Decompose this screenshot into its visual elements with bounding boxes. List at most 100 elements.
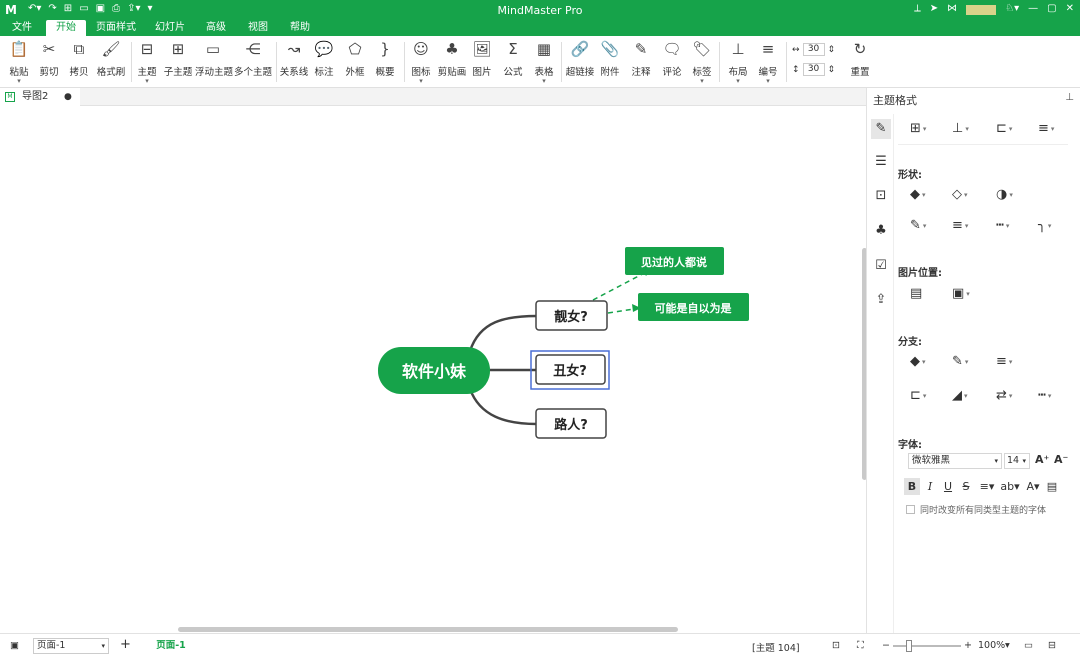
- table-button[interactable]: ▦ 表格 ▾: [532, 39, 556, 85]
- maximize-icon[interactable]: ▢: [1047, 3, 1056, 15]
- branch-fill-icon[interactable]: ◆ ▾: [910, 354, 926, 369]
- numbering-style-icon[interactable]: ≡ ▾: [1038, 121, 1054, 136]
- topic-button[interactable]: ⊟ 主题 ▾: [134, 39, 160, 85]
- align-icon[interactable]: ≡▾: [977, 478, 997, 495]
- structure-icon[interactable]: ⊥ ▾: [952, 121, 969, 136]
- redo-icon[interactable]: ↷: [48, 3, 56, 14]
- tab-slides[interactable]: 幻灯片: [150, 20, 190, 36]
- chevron-down-icon[interactable]: ▾: [1005, 640, 1010, 651]
- zoom-level[interactable]: 100%: [978, 640, 1005, 651]
- zoom-out-icon[interactable]: −: [882, 640, 890, 651]
- horizontal-spacing-control[interactable]: ↔ 30 ⇕: [792, 43, 835, 56]
- image-button[interactable]: 🖼 图片: [470, 39, 494, 78]
- page-tab-active[interactable]: 页面-1: [146, 634, 196, 657]
- customize-icon[interactable]: ▾: [148, 3, 153, 14]
- export-panel-icon[interactable]: ⇪: [871, 290, 891, 310]
- zoom-slider[interactable]: [893, 645, 961, 647]
- formula-button[interactable]: Σ 公式: [501, 39, 525, 78]
- border-dash-icon[interactable]: ┅ ▾: [996, 218, 1009, 233]
- stepper-icon[interactable]: ⇕: [828, 65, 836, 75]
- subtopic-button[interactable]: ⊞ 子主题: [163, 39, 193, 78]
- fullscreen-icon[interactable]: ⛶: [857, 640, 864, 651]
- page-select[interactable]: 页面-1 ▾: [33, 638, 109, 654]
- branch-arrow-icon[interactable]: ⇄ ▾: [996, 388, 1012, 403]
- zoom-slider-handle[interactable]: [906, 640, 912, 652]
- relationship-button[interactable]: ↝ 关系线: [279, 39, 309, 78]
- boundary-button[interactable]: ⬠ 外框: [343, 39, 367, 78]
- tag-button[interactable]: 🏷 标签 ▾: [690, 39, 714, 85]
- italic-icon[interactable]: I: [922, 478, 938, 495]
- zoom-in-icon[interactable]: +: [964, 640, 972, 651]
- image-top-icon[interactable]: ▣ ▾: [952, 286, 970, 301]
- note-button[interactable]: ✎ 注释: [629, 39, 653, 78]
- add-page-icon[interactable]: +: [120, 637, 131, 652]
- connector-style-icon[interactable]: ⊏ ▾: [996, 121, 1012, 136]
- branch-weight-icon[interactable]: ≡ ▾: [996, 354, 1012, 369]
- border-weight-icon[interactable]: ≡ ▾: [952, 218, 968, 233]
- vertical-spacing-input[interactable]: 30: [802, 63, 825, 76]
- fit-page-icon[interactable]: ⊡: [832, 640, 840, 651]
- tab-page-style[interactable]: 页面样式: [94, 20, 138, 36]
- checkbox-icon[interactable]: [906, 505, 915, 514]
- page-panel-icon[interactable]: ▣: [10, 640, 19, 651]
- format-brush-icon[interactable]: ✎: [871, 119, 891, 139]
- cut-button[interactable]: ✂ 剪切: [36, 39, 62, 78]
- font-family-select[interactable]: 微软雅黑 ▾: [908, 453, 1002, 469]
- underline-icon[interactable]: U: [940, 478, 956, 495]
- numbering-button[interactable]: ≡ 编号 ▾: [756, 39, 780, 85]
- tab-help[interactable]: 帮助: [282, 20, 318, 36]
- reset-button[interactable]: ↻ 重置: [848, 39, 872, 78]
- decrease-font-icon[interactable]: A⁻: [1054, 453, 1068, 466]
- paste-button[interactable]: 📋 粘贴 ▾: [6, 39, 32, 85]
- layout-grid-icon[interactable]: ⊞ ▾: [910, 121, 926, 136]
- fill-color-icon[interactable]: ◆ ▾: [910, 187, 926, 202]
- mindmap-canvas[interactable]: 软件小妹 靓女? 丑女? 路人? 见过的人都说 可能是自以为是: [0, 106, 866, 633]
- branch-dash-icon[interactable]: ┅ ▾: [1038, 388, 1051, 403]
- comment-button[interactable]: 🗨 评论: [660, 39, 684, 78]
- user-avatar[interactable]: [966, 5, 997, 15]
- unsaved-dot-icon[interactable]: ●: [64, 88, 72, 106]
- highlight-icon[interactable]: ab▾: [999, 478, 1021, 495]
- horizontal-scrollbar[interactable]: [178, 627, 678, 632]
- clipart-button[interactable]: ♣ 剪贴画: [437, 39, 467, 78]
- border-color-icon[interactable]: ✎ ▾: [910, 218, 926, 233]
- export-icon[interactable]: ⇪▾: [127, 3, 140, 14]
- horizontal-spacing-input[interactable]: 30: [802, 43, 825, 56]
- hyperlink-button[interactable]: 🔗 超链接: [565, 39, 595, 78]
- tab-home[interactable]: 开始: [46, 20, 86, 36]
- multiple-topics-button[interactable]: ⋲ 多个主题: [234, 39, 272, 78]
- skin-icon[interactable]: ♘▾: [1005, 3, 1019, 15]
- increase-font-icon[interactable]: A⁺: [1035, 453, 1049, 466]
- format-painter-button[interactable]: 🖌 格式刷: [95, 39, 127, 78]
- summary-button[interactable]: } 概要: [373, 39, 397, 78]
- document-tab[interactable]: M 导图2 ●: [0, 88, 80, 106]
- image-left-icon[interactable]: ▤: [910, 286, 922, 301]
- collapse-panel-icon[interactable]: ⊟: [1048, 640, 1056, 651]
- corner-style-icon[interactable]: ╮ ▾: [1038, 218, 1051, 233]
- bold-icon[interactable]: B: [904, 478, 920, 495]
- icon-picker-button[interactable]: ☺ 图标 ▾: [409, 39, 433, 85]
- tab-view[interactable]: 视图: [240, 20, 276, 36]
- presentation-icon[interactable]: ▭: [1024, 640, 1033, 651]
- branch-taper-icon[interactable]: ◢ ▾: [952, 388, 968, 403]
- clipart-library-icon[interactable]: ♣: [871, 221, 891, 241]
- shadow-icon[interactable]: ◑ ▾: [996, 187, 1013, 202]
- open-file-icon[interactable]: ▭: [79, 3, 88, 14]
- stepper-icon[interactable]: ⇕: [828, 45, 836, 55]
- same-type-font-checkbox[interactable]: 同时改变所有同类型主题的字体: [906, 503, 1046, 516]
- branch-connector-icon[interactable]: ⊏ ▾: [910, 388, 926, 403]
- new-file-icon[interactable]: ⊞: [64, 3, 72, 14]
- font-color-icon[interactable]: A▾: [1023, 478, 1043, 495]
- undo-icon[interactable]: ↶▾: [28, 3, 41, 14]
- floating-topic-button[interactable]: ▭ 浮动主题: [195, 39, 233, 78]
- social-icon[interactable]: ⋈: [947, 3, 957, 15]
- copy-button[interactable]: ⧉ 拷贝: [66, 39, 92, 78]
- text-more-icon[interactable]: ▤: [1044, 478, 1060, 495]
- minimize-icon[interactable]: —: [1028, 3, 1038, 15]
- outline-icon[interactable]: ☰: [871, 152, 891, 172]
- vertical-spacing-control[interactable]: ↕ 30 ⇕: [792, 63, 835, 76]
- tab-file[interactable]: 文件: [2, 20, 42, 36]
- layout-button[interactable]: ⊥ 布局 ▾: [726, 39, 750, 85]
- save-icon[interactable]: ▣: [96, 3, 105, 14]
- task-icon[interactable]: ☑: [871, 256, 891, 276]
